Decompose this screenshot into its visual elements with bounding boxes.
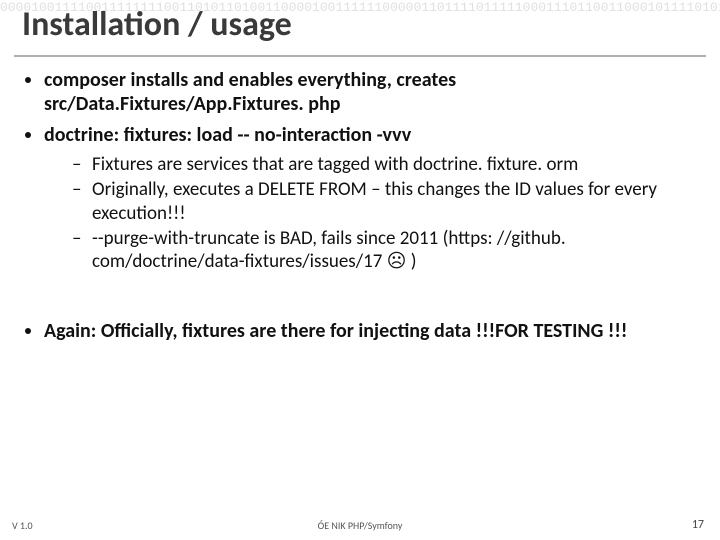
bullet-2-text: doctrine: fixtures: load -- no-interacti… <box>44 123 411 147</box>
sub-bullet-1: Fixtures are services that are tagged wi… <box>78 153 700 176</box>
sub-bullet-list: Fixtures are services that are tagged wi… <box>44 153 700 273</box>
sub-bullet-2: Originally, executes a DELETE FROM – thi… <box>78 178 700 224</box>
bullet-list-2: Again: Officially, fixtures are there fo… <box>22 319 700 343</box>
slide-content: composer installs and enables everything… <box>22 68 700 349</box>
footer-page-number: 17 <box>692 518 704 532</box>
bullet-list: composer installs and enables everything… <box>22 68 700 273</box>
sub-bullet-3: --purge-with-truncate is BAD, fails sinc… <box>78 227 700 273</box>
bullet-1: composer installs and enables everything… <box>44 68 700 117</box>
bullet-2: doctrine: fixtures: load -- no-interacti… <box>44 123 700 273</box>
bullet-3: Again: Officially, fixtures are there fo… <box>44 319 700 343</box>
slide-title: Installation / usage <box>22 4 292 45</box>
title-divider <box>14 55 706 57</box>
slide: 0000100111100111111110011010110100110000… <box>0 0 720 540</box>
footer-course: ÓE NIK PHP/Symfony <box>0 519 720 532</box>
